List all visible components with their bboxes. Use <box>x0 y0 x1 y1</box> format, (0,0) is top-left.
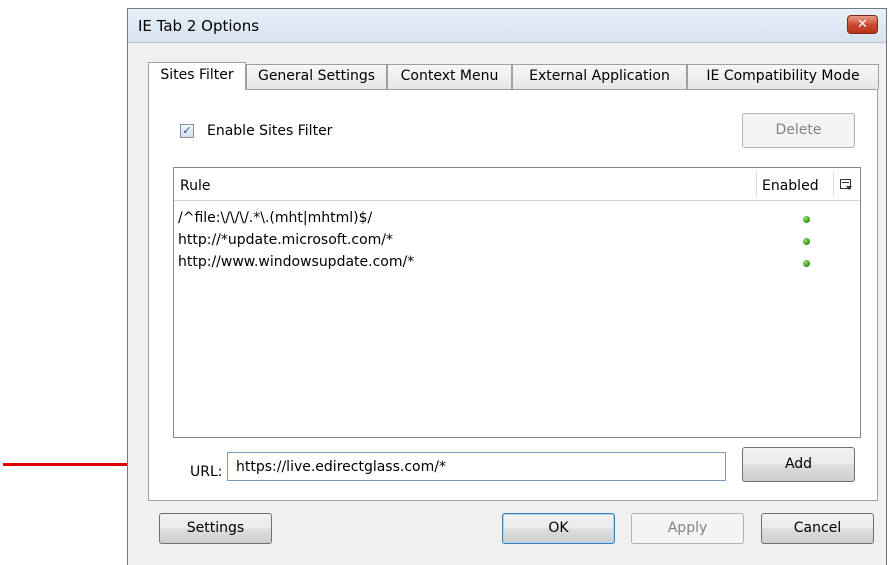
table-row[interactable]: http://www.windowsupdate.com/* <box>174 252 860 274</box>
column-separator[interactable] <box>833 172 834 196</box>
table-row[interactable]: /^file:\/\/\/.*\.(mht|mhtml)$/ <box>174 208 860 230</box>
rule-cell: /^file:\/\/\/.*\.(mht|mhtml)$/ <box>178 210 373 226</box>
column-header-rule[interactable]: Rule <box>180 178 210 194</box>
tab-sites-filter[interactable]: Sites Filter <box>148 62 246 90</box>
rule-cell: http://www.windowsupdate.com/* <box>178 254 415 270</box>
column-header-enabled[interactable]: Enabled <box>762 178 819 194</box>
table-row[interactable]: http://*update.microsoft.com/* <box>174 230 860 252</box>
options-dialog: IE Tab 2 Options ✕ Sites Filter General … <box>127 8 887 565</box>
enabled-indicator-icon[interactable] <box>803 216 810 223</box>
right-arrow-icon <box>3 463 138 466</box>
title-bar[interactable]: IE Tab 2 Options ✕ <box>128 9 886 43</box>
enable-sites-filter-label: Enable Sites Filter <box>207 123 333 139</box>
tab-general-settings[interactable]: General Settings <box>246 64 387 89</box>
checkmark-icon: ✓ <box>182 124 192 137</box>
rule-cell: http://*update.microsoft.com/* <box>178 232 394 248</box>
column-picker-icon[interactable] <box>840 179 852 190</box>
rules-list[interactable]: Rule Enabled /^file:\/\/\/.*\.(mht|mhtml… <box>173 167 861 438</box>
apply-button[interactable]: Apply <box>631 513 744 544</box>
enabled-indicator-icon[interactable] <box>803 260 810 267</box>
delete-button[interactable]: Delete <box>742 113 855 148</box>
tab-context-menu[interactable]: Context Menu <box>387 64 512 89</box>
url-label: URL: <box>190 464 223 480</box>
list-header: Rule Enabled <box>174 168 860 201</box>
tab-ie-compatibility-mode[interactable]: IE Compatibility Mode <box>687 64 879 89</box>
ok-button[interactable]: OK <box>502 513 615 544</box>
cancel-button[interactable]: Cancel <box>761 513 874 544</box>
add-button[interactable]: Add <box>742 447 855 482</box>
column-separator[interactable] <box>756 172 757 196</box>
close-button[interactable]: ✕ <box>847 15 878 34</box>
close-icon: ✕ <box>857 17 868 32</box>
window-title: IE Tab 2 Options <box>138 17 260 35</box>
enabled-indicator-icon[interactable] <box>803 238 810 245</box>
url-input[interactable] <box>227 452 726 481</box>
settings-button[interactable]: Settings <box>159 513 272 544</box>
enable-sites-filter-checkbox[interactable]: ✓ <box>180 124 194 138</box>
tab-external-application[interactable]: External Application <box>512 64 687 89</box>
